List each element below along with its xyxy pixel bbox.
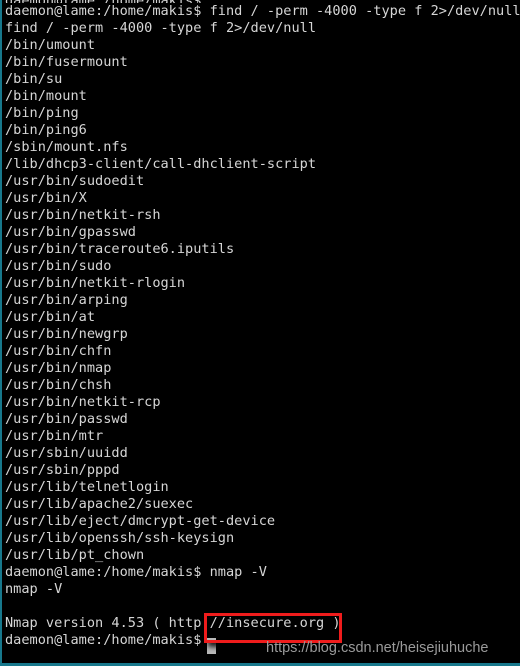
terminal-line: /usr/bin/gpasswd	[5, 224, 136, 240]
terminal-line: /usr/bin/sudoedit	[5, 173, 145, 189]
terminal-line: /usr/lib/telnetlogin	[5, 479, 169, 495]
terminal-line: /usr/bin/netkit-rsh	[5, 207, 161, 223]
terminal-screen[interactable]: daemon@lame:/home/makis$ daemon@lame:/ho…	[2, 0, 520, 663]
terminal-line: /bin/mount	[5, 88, 87, 104]
terminal-line: /usr/bin/passwd	[5, 411, 128, 427]
terminal-line: /usr/bin/nmap	[5, 360, 112, 376]
terminal-line: /usr/bin/newgrp	[5, 326, 128, 342]
terminal-line: /usr/sbin/pppd	[5, 462, 120, 478]
terminal-line: /usr/lib/openssh/ssh-keysign	[5, 530, 235, 546]
watermark-text: https://blog.csdn.net/heisejiuhuche	[266, 640, 489, 656]
terminal-line-command-prompt: daemon@lame:/home/makis$ nmap -V	[5, 564, 267, 580]
terminal-line: /bin/ping6	[5, 122, 87, 138]
terminal-line-command-echo: nmap -V	[5, 581, 63, 597]
terminal-line: /usr/bin/netkit-rlogin	[5, 275, 186, 291]
terminal-line: /usr/bin/mtr	[5, 428, 104, 444]
terminal-line: /usr/lib/eject/dmcrypt-get-device	[5, 513, 276, 529]
terminal-line: /usr/lib/pt_chown	[5, 547, 145, 563]
terminal-line: /bin/fusermount	[5, 54, 128, 70]
terminal-line: /usr/lib/apache2/suexec	[5, 496, 194, 512]
terminal-line: /usr/bin/chfn	[5, 343, 112, 359]
terminal-line: /usr/bin/arping	[5, 292, 128, 308]
terminal-line-nmap-version: Nmap version 4.53 ( http://insecure.org …	[5, 615, 341, 631]
terminal-line: /usr/sbin/uuidd	[5, 445, 128, 461]
terminal-line-command-echo: find / -perm -4000 -type f 2>/dev/null	[5, 20, 316, 36]
terminal-window[interactable]: daemon@lame:/home/makis$ daemon@lame:/ho…	[0, 0, 520, 666]
terminal-line: /usr/bin/chsh	[5, 377, 112, 393]
terminal-line: /bin/su	[5, 71, 63, 87]
terminal-line: /usr/bin/X	[5, 190, 87, 206]
terminal-line: /usr/bin/at	[5, 309, 96, 325]
terminal-cursor	[207, 638, 216, 654]
terminal-line: /usr/bin/traceroute6.iputils	[5, 241, 235, 257]
terminal-line: /lib/dhcp3-client/call-dhclient-script	[5, 156, 316, 172]
terminal-line: /usr/bin/netkit-rcp	[5, 394, 161, 410]
terminal-line: /sbin/mount.nfs	[5, 139, 128, 155]
terminal-line: /bin/ping	[5, 105, 79, 121]
terminal-line: /bin/umount	[5, 37, 96, 53]
terminal-line: /usr/bin/sudo	[5, 258, 112, 274]
terminal-line-command-prompt: daemon@lame:/home/makis$ find / -perm -4…	[5, 3, 520, 19]
